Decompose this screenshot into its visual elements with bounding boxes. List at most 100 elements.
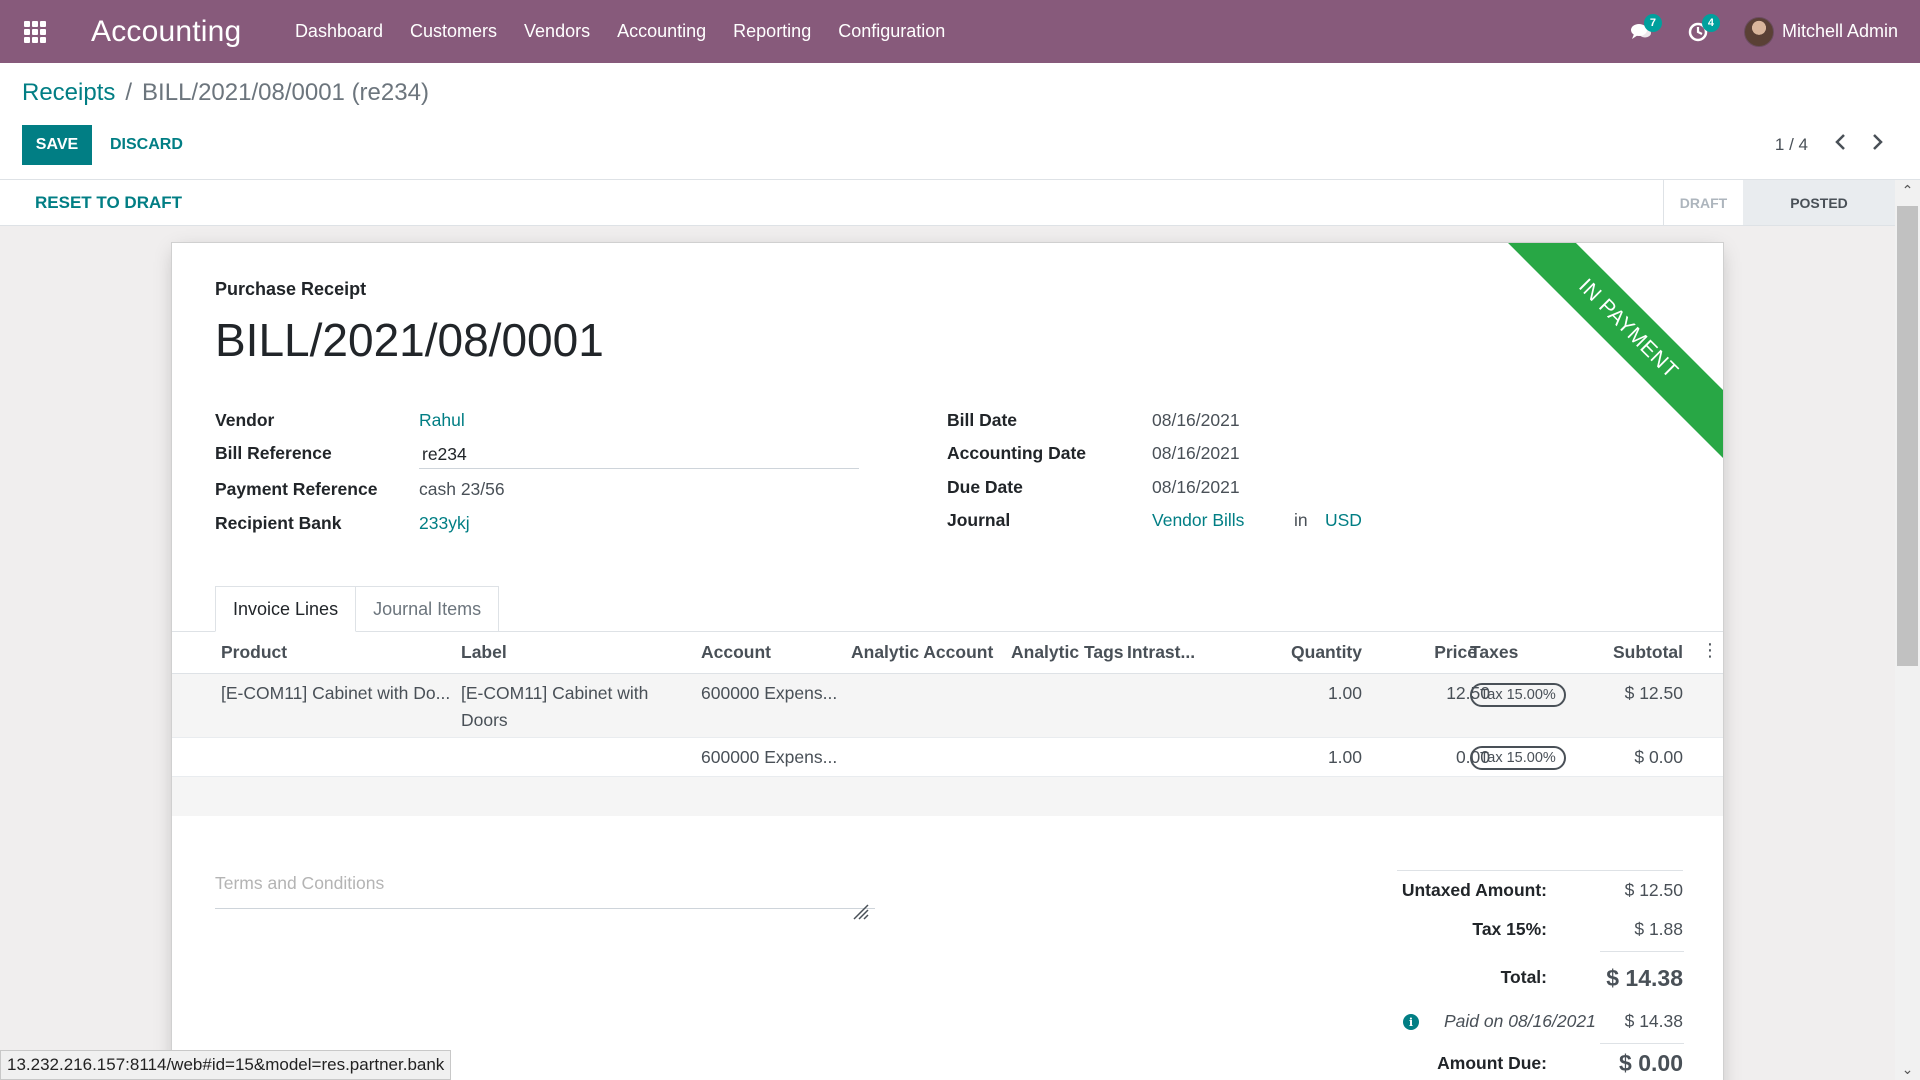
row-label-line1[interactable]: [E-COM11] Cabinet with — [461, 680, 648, 706]
menu-accounting[interactable]: Accounting — [604, 0, 720, 63]
currency-field[interactable]: USD — [1325, 510, 1362, 531]
recipient-bank-field[interactable]: 233ykj — [419, 513, 470, 534]
col-quantity[interactable]: Quantity — [1252, 642, 1362, 663]
terms-and-conditions-input[interactable]: Terms and Conditions — [215, 863, 875, 909]
pager-previous-icon[interactable] — [1834, 131, 1848, 157]
col-intrastat[interactable]: Intrast... — [1127, 642, 1195, 663]
status-draft: DRAFT — [1663, 180, 1743, 225]
tab-invoice-lines[interactable]: Invoice Lines — [215, 586, 357, 632]
row-tax-tag[interactable]: Tax 15.00% — [1470, 746, 1566, 770]
messages-badge: 7 — [1643, 13, 1662, 32]
table-row[interactable]: 600000 Expens... 1.00 0.00 Tax 15.00% $ … — [172, 738, 1723, 777]
in-payment-ribbon: IN PAYMENT — [1494, 243, 1723, 463]
amount-due-label: Amount Due: — [1437, 1053, 1547, 1073]
save-button[interactable]: SAVE — [22, 125, 92, 165]
row-subtotal: $ 12.50 — [1624, 683, 1683, 703]
amount-due-divider — [1600, 1043, 1684, 1044]
systray: 7 4 Mitchell Admin — [1630, 0, 1920, 63]
total-label: Total: — [1500, 967, 1547, 987]
document-number: BILL/2021/08/0001 — [215, 314, 604, 366]
bill-reference-label: Bill Reference — [215, 443, 332, 463]
totals-divider — [1397, 870, 1683, 871]
vendor-field[interactable]: Rahul — [419, 410, 465, 431]
payment-reference-label: Payment Reference — [215, 479, 378, 499]
activities-systray[interactable]: 4 — [1688, 13, 1720, 42]
user-avatar — [1743, 16, 1774, 47]
row-product[interactable]: [E-COM11] Cabinet with Do... — [221, 680, 450, 706]
messages-systray[interactable]: 7 — [1630, 13, 1662, 42]
journal-label: Journal — [947, 510, 1011, 530]
menu-dashboard[interactable]: Dashboard — [281, 0, 396, 63]
link-status-url: 13.232.216.157:8114/web#id=15&model=res.… — [0, 1050, 452, 1080]
payment-info-icon[interactable]: i — [1403, 1014, 1419, 1030]
tax-label: Tax 15%: — [1472, 919, 1547, 939]
menu-configuration[interactable]: Configuration — [825, 0, 959, 63]
scroll-up-icon[interactable]: ⌃ — [1895, 182, 1920, 199]
top-navbar: Accounting Dashboard Customers Vendors A… — [0, 0, 1920, 63]
col-taxes[interactable]: Taxes — [1470, 642, 1518, 663]
col-account[interactable]: Account — [701, 642, 771, 663]
untaxed-amount-value: $ 12.50 — [1624, 880, 1683, 900]
paid-value: $ 14.38 — [1624, 1011, 1683, 1031]
due-date-field[interactable]: 08/16/2021 — [1152, 477, 1240, 498]
document-type: Purchase Receipt — [215, 279, 367, 299]
activities-badge: 4 — [1701, 13, 1720, 32]
journal-in-text: in — [1294, 510, 1308, 530]
col-subtotal[interactable]: Subtotal — [1572, 642, 1683, 663]
row-tax-tag[interactable]: Tax 15.00% — [1470, 683, 1566, 707]
discard-button[interactable]: DISCARD — [98, 125, 195, 165]
payment-reference-field[interactable]: cash 23/56 — [419, 479, 505, 500]
accounting-date-label: Accounting Date — [947, 443, 1087, 463]
resize-handle-icon[interactable] — [850, 901, 870, 921]
app-brand[interactable]: Accounting — [91, 15, 241, 49]
scroll-thumb[interactable] — [1897, 206, 1918, 666]
breadcrumb-separator: / — [125, 79, 133, 106]
row-subtotal: $ 0.00 — [1634, 747, 1683, 767]
reset-to-draft-button[interactable]: RESET TO DRAFT — [35, 193, 182, 213]
col-product[interactable]: Product — [221, 642, 287, 663]
user-menu[interactable]: Mitchell Admin — [1743, 16, 1898, 47]
col-label[interactable]: Label — [461, 642, 507, 663]
pager-value[interactable]: 1 / 4 — [1775, 135, 1808, 155]
row-quantity[interactable]: 1.00 — [1252, 744, 1362, 770]
table-empty-row — [172, 777, 1723, 816]
row-label-line2[interactable]: Doors — [461, 707, 508, 733]
tab-journal-items[interactable]: Journal Items — [356, 586, 500, 632]
accounting-date-field[interactable]: 08/16/2021 — [1152, 443, 1240, 464]
table-row[interactable]: [E-COM11] Cabinet with Do... [E-COM11] C… — [172, 674, 1723, 738]
vendor-label: Vendor — [215, 410, 275, 430]
page-scrollbar[interactable]: ⌃ ⌄ — [1895, 180, 1920, 1080]
main-menu: Dashboard Customers Vendors Accounting R… — [281, 0, 958, 63]
amount-due-value: $ 0.00 — [1619, 1050, 1683, 1076]
notebook-tabs: Invoice Lines Journal Items — [215, 586, 500, 632]
breadcrumb-current: BILL/2021/08/0001 (re234) — [142, 79, 429, 106]
col-analytic-account[interactable]: Analytic Account — [851, 642, 993, 663]
menu-reporting[interactable]: Reporting — [720, 0, 825, 63]
form-statusbar: RESET TO DRAFT DRAFT POSTED — [0, 180, 1895, 226]
invoice-lines-header: Product Label Account Analytic Account A… — [172, 632, 1723, 674]
scroll-down-icon[interactable]: ⌄ — [1895, 1061, 1920, 1078]
column-options-icon[interactable]: ⋮ — [1701, 640, 1719, 661]
col-price[interactable]: Price — [1402, 642, 1477, 663]
row-account[interactable]: 600000 Expens... — [701, 680, 837, 706]
row-quantity[interactable]: 1.00 — [1252, 680, 1362, 706]
bill-date-label: Bill Date — [947, 410, 1018, 430]
apps-menu-icon[interactable] — [0, 0, 70, 63]
untaxed-amount-label: Untaxed Amount: — [1401, 880, 1547, 900]
col-analytic-tags[interactable]: Analytic Tags — [1011, 642, 1124, 663]
menu-vendors[interactable]: Vendors — [511, 0, 604, 63]
breadcrumb: Receipts / BILL/2021/08/0001 (re234) — [22, 79, 429, 107]
recipient-bank-label: Recipient Bank — [215, 513, 342, 533]
form-sheet: IN PAYMENT Purchase Receipt BILL/2021/08… — [171, 242, 1724, 1080]
total-value: $ 14.38 — [1606, 965, 1683, 991]
menu-customers[interactable]: Customers — [397, 0, 511, 63]
status-posted: POSTED — [1743, 180, 1895, 225]
bill-date-field[interactable]: 08/16/2021 — [1152, 410, 1240, 431]
row-account[interactable]: 600000 Expens... — [701, 744, 837, 770]
bill-reference-input[interactable]: re234 — [419, 444, 859, 469]
breadcrumb-receipts[interactable]: Receipts — [22, 79, 115, 107]
journal-field[interactable]: Vendor Bills — [1152, 510, 1244, 531]
total-divider — [1600, 951, 1684, 952]
due-date-label: Due Date — [947, 477, 1023, 497]
pager-next-icon[interactable] — [1870, 131, 1884, 157]
